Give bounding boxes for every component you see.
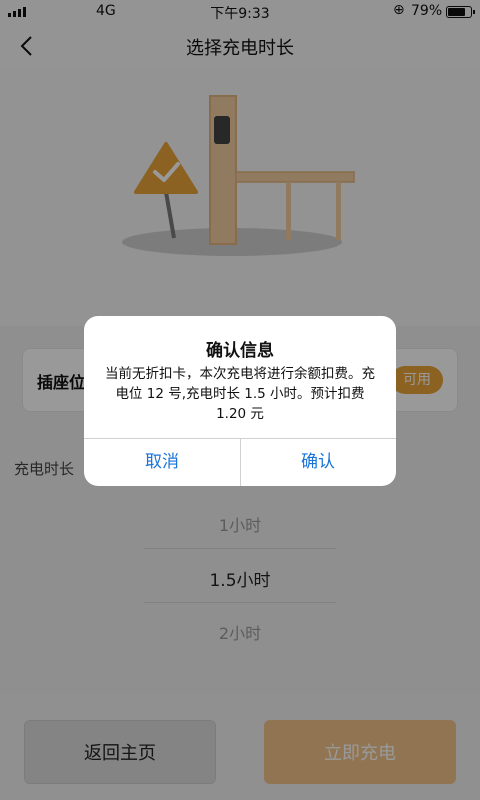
dialog-title: 确认信息	[206, 341, 274, 361]
cancel-button[interactable]: 取消	[84, 438, 240, 486]
confirm-button[interactable]: 确认	[240, 438, 396, 486]
dialog-message: 当前无折扣卡，本次充电将进行余额扣费。充电位 12 号,充电时长 1.5 小时。…	[105, 366, 375, 422]
confirm-dialog: 确认信息 当前无折扣卡，本次充电将进行余额扣费。充电位 12 号,充电时长 1.…	[84, 316, 396, 486]
